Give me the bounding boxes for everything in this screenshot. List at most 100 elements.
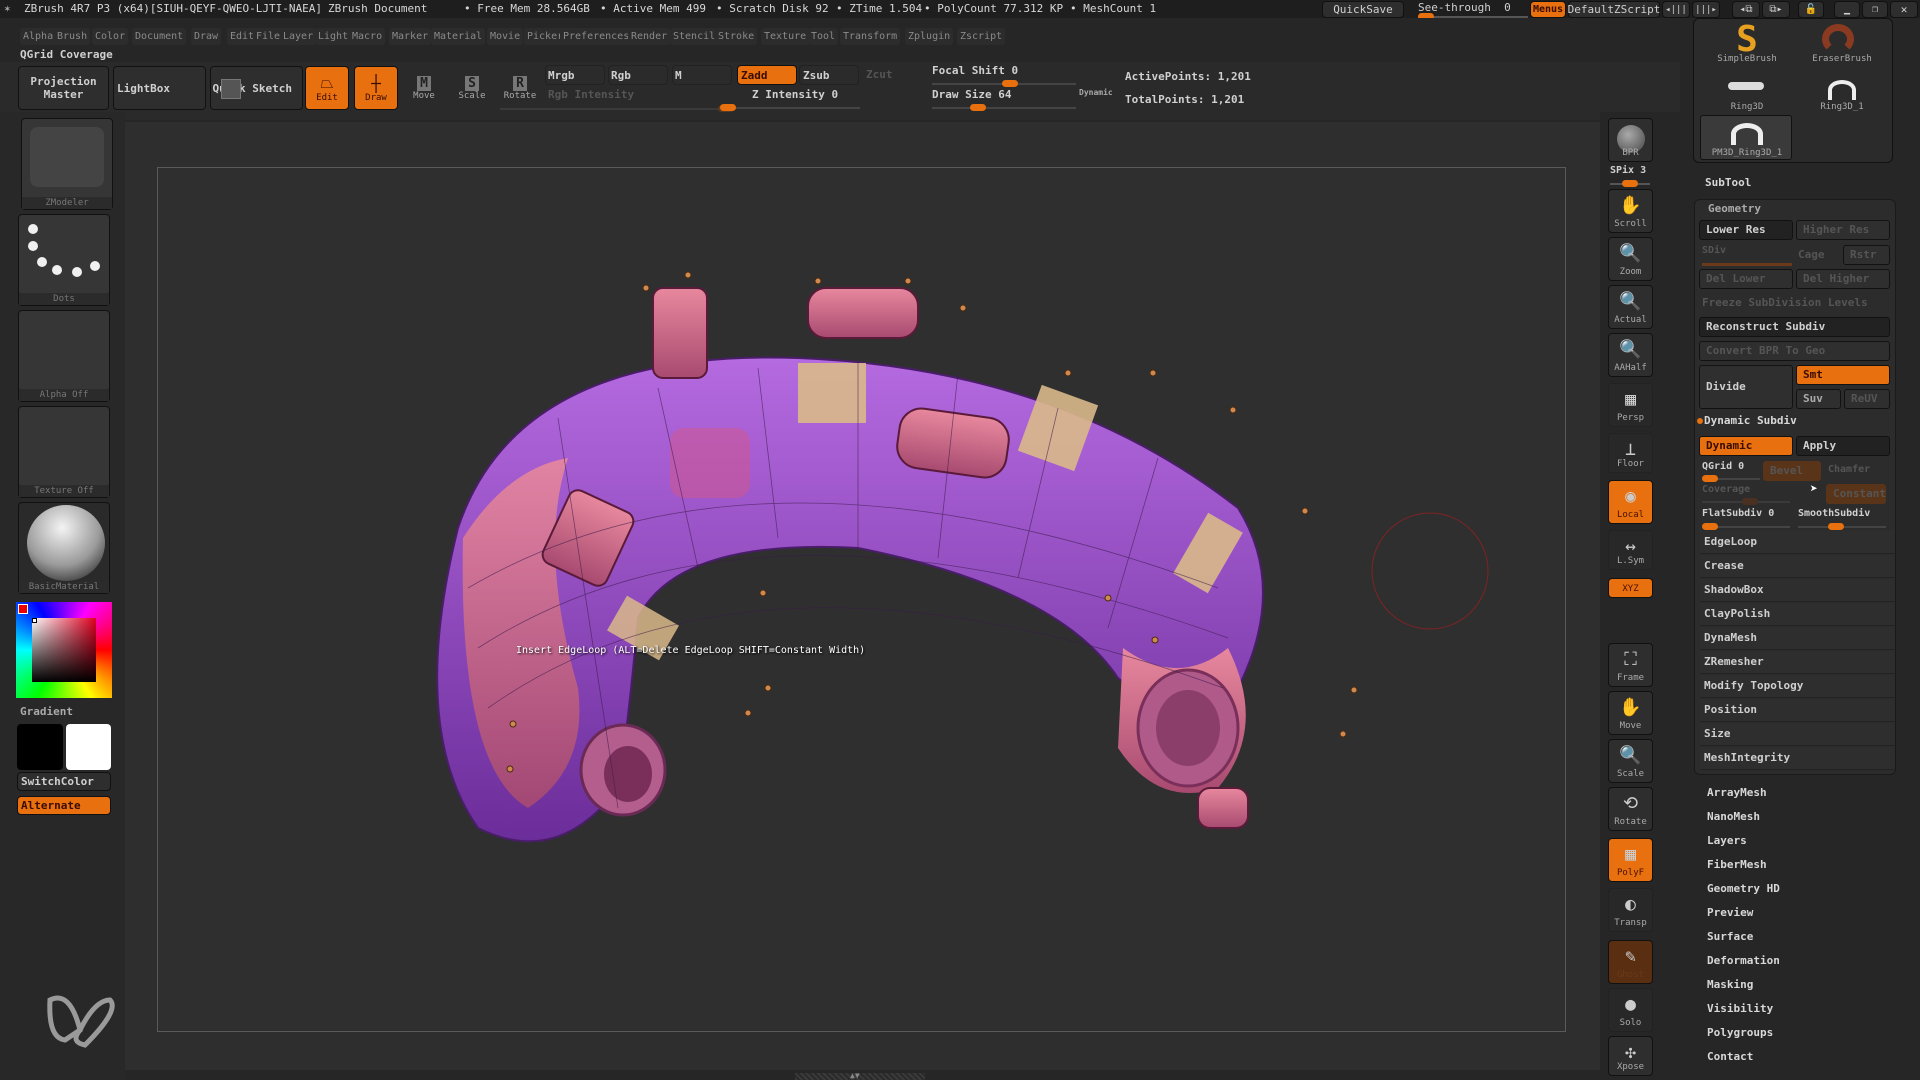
del-lower-button[interactable]: Del Lower [1699,269,1793,289]
gradient-toggle[interactable]: Gradient [17,702,111,720]
menu-marker[interactable]: Marker [389,28,432,45]
lower-res-button[interactable]: Lower Res [1699,220,1793,240]
convert-bpr-to-geo-button[interactable]: Convert BPR To Geo [1699,341,1890,361]
menu-light[interactable]: Light [315,28,352,45]
menu-alpha[interactable]: Alpha [20,28,57,45]
subpalette-fibermesh[interactable]: FiberMesh [1707,858,1767,871]
cage-button[interactable]: Cage [1798,248,1825,261]
draw-size-knob[interactable] [970,104,986,111]
geometry-claypolish[interactable]: ClayPolish [1700,603,1894,626]
bpr-button[interactable]: BPR [1608,118,1653,162]
alpha-thumbnail[interactable]: Alpha Off [18,310,110,402]
menu-file[interactable]: File [253,28,284,45]
spix-knob[interactable] [1622,180,1638,187]
default-zscript-button[interactable]: DefaultZScript [1568,1,1660,18]
del-higher-button[interactable]: Del Higher [1796,269,1890,289]
geometry-zremesher[interactable]: ZRemesher [1700,651,1894,674]
menu-draw[interactable]: Draw [191,28,222,45]
color-marker[interactable] [32,618,37,623]
hue-marker[interactable] [18,604,28,614]
tool-ring3d[interactable]: Ring3D [1700,102,1794,112]
lock-icon[interactable]: 🔓 [1798,1,1824,18]
ring-mesh[interactable] [436,271,1489,843]
geometry-dynamesh[interactable]: DynaMesh [1700,627,1894,650]
subpalette-contact[interactable]: Contact [1707,1050,1753,1063]
polyf-button[interactable]: ▦ PolyF [1608,838,1653,882]
geometry-header[interactable]: Geometry [1708,202,1761,215]
rstr-button[interactable]: Rstr [1843,245,1890,265]
geometry-shadowbox[interactable]: ShadowBox [1700,579,1894,602]
menu-macro[interactable]: Macro [349,28,386,45]
zadd-button[interactable]: Zadd [737,65,797,85]
focal-shift-slider[interactable] [932,80,1076,87]
frame-button[interactable]: ⛶ Frame [1608,643,1653,687]
smooth-subdiv-slider[interactable] [1798,523,1886,530]
stroke-thumbnail[interactable]: Dots [18,214,110,306]
move-button[interactable]: M Move [402,66,446,110]
qgrid-knob[interactable] [1702,475,1718,482]
ghost-button[interactable]: ✎ Ghost [1608,940,1653,984]
menus-button[interactable]: Menus [1530,1,1566,18]
z-intensity-slider[interactable] [720,104,860,111]
geometry-size[interactable]: Size [1700,723,1894,746]
menu-tool[interactable]: Tool [808,28,839,45]
rgb-button[interactable]: Rgb [608,65,668,85]
menu-color[interactable]: Color [92,28,129,45]
quick-sketch-button[interactable]: Quick Sketch [210,66,303,110]
projection-master-button[interactable]: Projection Master [18,66,109,110]
tool-simplebrush[interactable]: SimpleBrush [1700,54,1794,64]
dynamic-size-toggle[interactable]: Dynamic [1079,88,1113,97]
subpalette-layers[interactable]: Layers [1707,834,1747,847]
main-color-swatch[interactable] [66,724,111,770]
subtool-palette[interactable]: SubTool [1705,176,1751,189]
tool-pm3d-ring3d-1-selected[interactable]: PM3D_Ring3D_1 [1700,115,1792,160]
alternate-button[interactable]: Alternate [17,796,111,815]
tool-ring3d-1[interactable]: Ring3D_1 [1795,102,1889,112]
local-button[interactable]: ◉ Local [1608,480,1653,524]
menu-render[interactable]: Render [628,28,671,45]
constant-toggle[interactable]: Constant [1826,484,1886,504]
canvas-frame[interactable] [157,167,1566,1032]
smt-toggle[interactable]: Smt [1796,365,1890,385]
menu-zplugin[interactable]: Zplugin [905,28,954,45]
rotate-button[interactable]: ⟲ Rotate [1608,787,1653,831]
secondary-color-swatch[interactable] [17,724,63,770]
menu-material[interactable]: Material [431,28,486,45]
aahalf-button[interactable]: 🔍 AAHalf [1608,333,1653,377]
bevel-toggle[interactable]: Bevel [1763,461,1821,481]
coverage-slider[interactable] [1702,498,1790,505]
subpalette-polygroups[interactable]: Polygroups [1707,1026,1773,1039]
sdiv-slider[interactable] [1702,263,1792,266]
geometry-edgeloop[interactable]: EdgeLoop [1700,531,1894,554]
subpalette-surface[interactable]: Surface [1707,930,1753,943]
apply-button[interactable]: Apply [1796,436,1890,456]
suv-toggle[interactable]: Suv [1796,389,1841,409]
qgrid-slider[interactable] [1702,475,1760,482]
subpalette-geometry-hd[interactable]: Geometry HD [1707,882,1780,895]
zsub-button[interactable]: Zsub [799,65,859,85]
subpalette-masking[interactable]: Masking [1707,978,1753,991]
color-picker[interactable] [16,602,112,698]
move-button[interactable]: ✋ Move [1608,691,1653,735]
bottom-shelf-toggle-icon[interactable]: ▲▼ [850,1071,860,1080]
scale-button[interactable]: S Scale [450,66,494,110]
reuv-button[interactable]: ReUV [1844,389,1890,409]
m-button[interactable]: M [672,65,732,85]
menu-brush[interactable]: Brush [54,28,91,45]
draw-button[interactable]: ┼ Draw [354,66,398,110]
flat-subdiv-knob[interactable] [1702,523,1718,530]
scroll-button[interactable]: ✋ Scroll [1608,189,1653,233]
shrink-layout-icon[interactable]: ◂||| [1662,1,1690,18]
brush-thumbnail[interactable]: ZModeler [21,118,113,210]
draw-size-slider[interactable] [932,104,1076,111]
lsym-button[interactable]: ↔ L.Sym [1608,530,1653,570]
menu-transform[interactable]: Transform [840,28,901,45]
texture-thumbnail[interactable]: Texture Off [18,406,110,498]
subpalette-nanomesh[interactable]: NanoMesh [1707,810,1760,823]
menu-zscript[interactable]: Zscript [957,28,1006,45]
freeze-subdivision-levels-button[interactable]: Freeze SubDivision Levels [1702,296,1868,309]
quicksave-button[interactable]: QuickSave [1322,1,1404,18]
focal-shift-knob[interactable] [1002,80,1018,87]
geometry-meshintegrity[interactable]: MeshIntegrity [1700,747,1894,770]
edit-button[interactable]: ⏢ Edit [305,66,349,110]
